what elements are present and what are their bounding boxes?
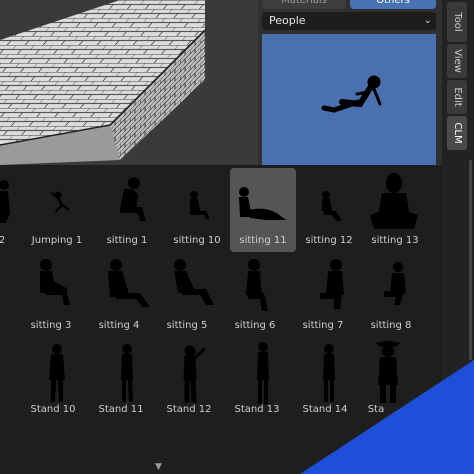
- 3d-viewport[interactable]: [0, 0, 260, 165]
- tab-clm[interactable]: CLM: [447, 116, 467, 150]
- asset-browser: 2 Jumping 1 sitting 1 sitting 10 sitting…: [0, 165, 442, 474]
- asset-label: Sta: [367, 404, 385, 415]
- panel-scrollbar[interactable]: [469, 160, 472, 360]
- asset-side-panel: Materials Others People ⌄: [258, 0, 442, 165]
- category-dropdown[interactable]: People ⌄: [262, 12, 436, 30]
- falling-person-silhouette: [321, 75, 382, 113]
- brick-block-render: [0, 0, 260, 165]
- sidebar-tabs: Tool View Edit CLM: [442, 0, 474, 474]
- tab-view[interactable]: View: [447, 44, 467, 78]
- scroll-down-icon[interactable]: ▼: [155, 462, 162, 472]
- tab-edit[interactable]: Edit: [447, 80, 467, 114]
- asset-label: sitting 1: [106, 235, 148, 246]
- tab-materials[interactable]: Materials: [262, 0, 346, 9]
- asset-preview: [262, 34, 436, 165]
- chevron-down-icon: ⌄: [423, 15, 432, 26]
- asset-label: sitting 8: [370, 320, 412, 331]
- asset-label: sitting 13: [371, 235, 419, 246]
- tab-others[interactable]: Others: [350, 0, 436, 9]
- category-value: People: [269, 14, 306, 27]
- tab-tool[interactable]: Tool: [447, 2, 467, 42]
- asset-label: Jumping 1: [31, 235, 83, 246]
